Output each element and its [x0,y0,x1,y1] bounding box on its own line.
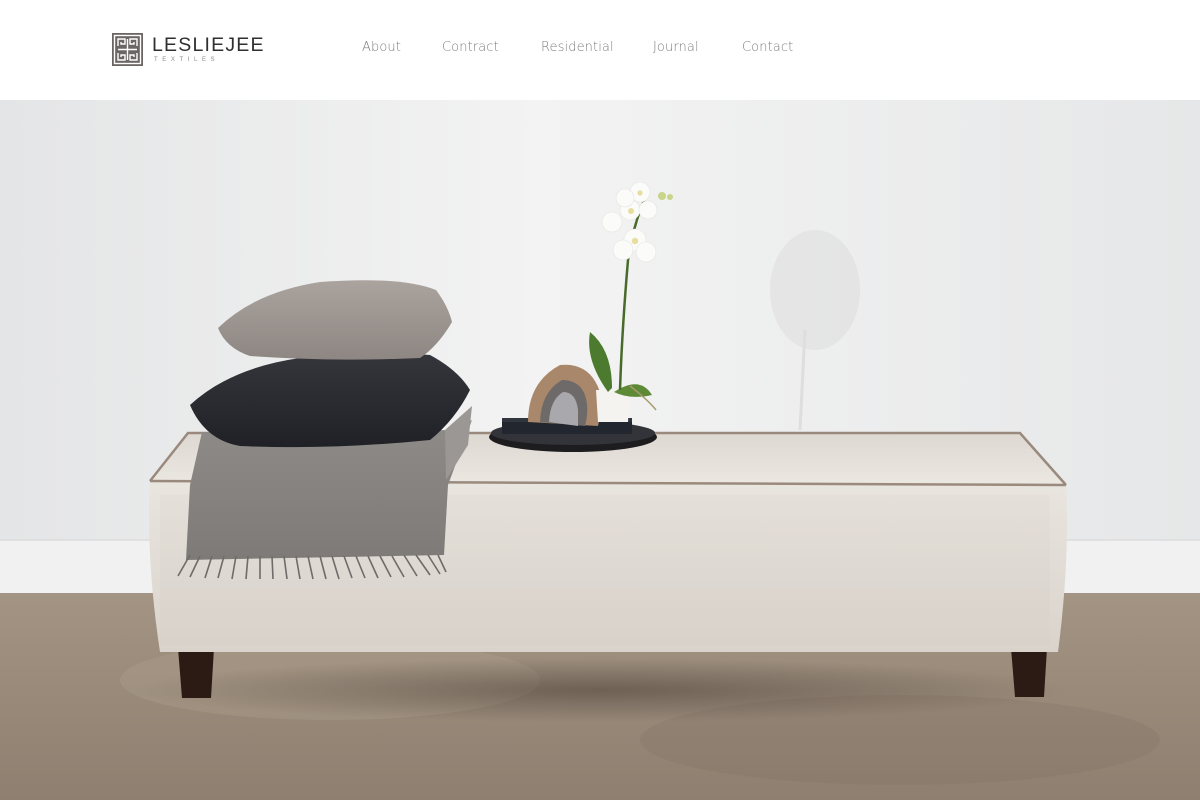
brand-name: LESLIEJEE [152,34,265,56]
bench-scene-illustration [0,100,1200,800]
hero-image [0,100,1200,800]
nav-contact[interactable]: Contact [742,39,793,57]
brand-tagline: TEXTILES [154,57,220,63]
nav-residential[interactable]: Residential [541,39,614,57]
nav-contract[interactable]: Contract [442,39,499,57]
nav-about[interactable]: About [362,39,401,57]
site-header: LESLIEJEE TEXTILES About Contract Reside… [0,0,1200,100]
greek-key-logo-icon [112,33,143,66]
nav-journal[interactable]: Journal [653,39,699,57]
logo-link[interactable]: LESLIEJEE TEXTILES [112,33,265,67]
